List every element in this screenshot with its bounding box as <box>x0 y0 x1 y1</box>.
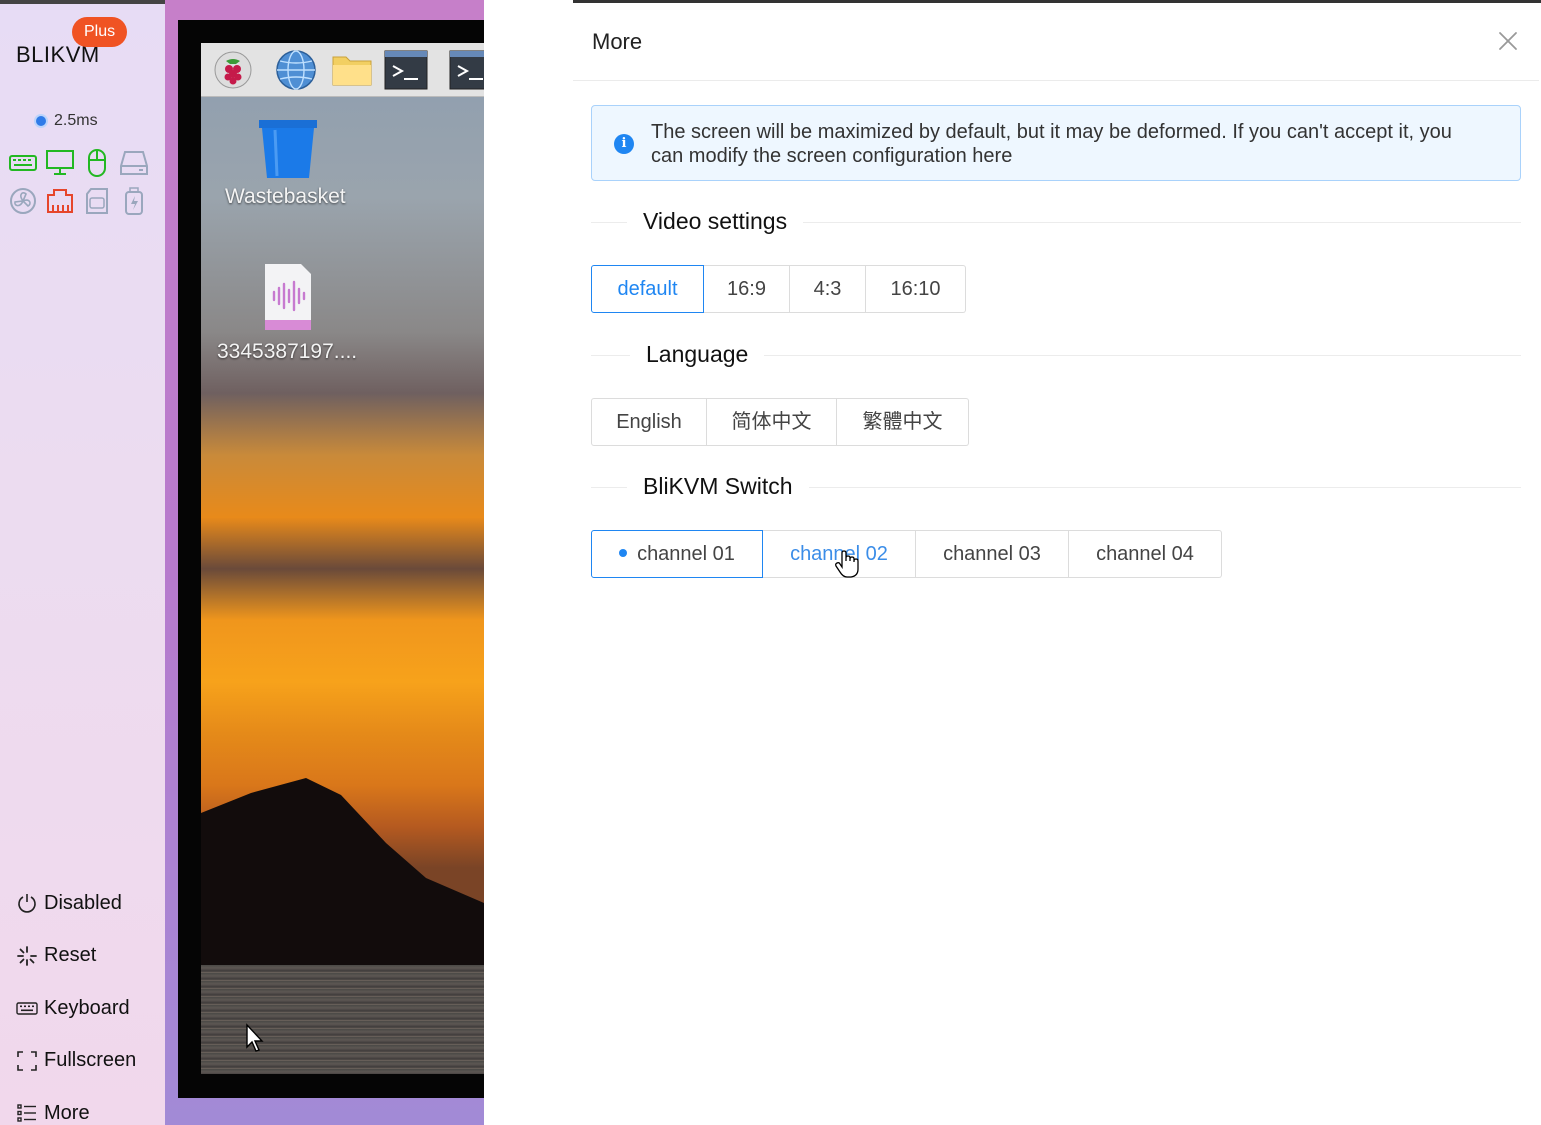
close-icon[interactable] <box>1496 29 1520 53</box>
keyboard-label: Keyboard <box>44 996 130 1019</box>
lang-simplified-chinese-option[interactable]: 简体中文 <box>707 398 837 446</box>
usb-power-icon[interactable] <box>119 186 149 216</box>
status-icons <box>8 148 158 216</box>
fullscreen-label: Fullscreen <box>44 1049 137 1072</box>
more-button[interactable]: More <box>16 1087 136 1125</box>
reset-button[interactable]: Reset <box>16 930 136 983</box>
terminal-icon[interactable] <box>384 49 428 91</box>
info-alert: i The screen will be maximized by defaul… <box>591 105 1521 181</box>
mountain-silhouette <box>201 778 484 973</box>
drive-icon[interactable] <box>119 148 149 178</box>
disabled-label: Disabled <box>44 891 122 914</box>
switch-channel-group: channel 01 channel 02 channel 03 channel… <box>591 530 1222 578</box>
more-dialog: More i The screen will be maximized by d… <box>573 0 1541 1125</box>
ethernet-icon[interactable] <box>45 186 75 216</box>
lang-traditional-chinese-option[interactable]: 繁體中文 <box>837 398 969 446</box>
dialog-header: More <box>573 3 1539 81</box>
channel-04-option[interactable]: channel 04 <box>1069 530 1222 578</box>
ratio-16-9-option[interactable]: 16:9 <box>704 265 790 313</box>
wastebasket-icon[interactable] <box>255 116 321 180</box>
monitor-icon[interactable] <box>45 148 75 178</box>
ratio-4-3-option[interactable]: 4:3 <box>790 265 866 313</box>
audio-file-label: 3345387197.... <box>217 340 358 363</box>
terminal-icon[interactable] <box>449 49 484 91</box>
channel-02-option[interactable]: channel 02 <box>763 530 916 578</box>
latency-indicator: 2.5ms <box>36 112 98 130</box>
language-title: Language <box>630 341 765 368</box>
disabled-button[interactable]: Disabled <box>16 877 136 930</box>
keyboard-button[interactable]: Keyboard <box>16 982 136 1035</box>
video-settings-title: Video settings <box>627 208 804 235</box>
channel-01-option[interactable]: channel 01 <box>591 530 763 578</box>
info-text: The screen will be maximized by default,… <box>651 121 1452 167</box>
fullscreen-icon <box>16 1050 38 1072</box>
latency-value: 2.5ms <box>54 112 98 129</box>
fan-icon[interactable] <box>8 186 38 216</box>
info-icon: i <box>614 134 634 154</box>
globe-icon[interactable] <box>274 49 318 91</box>
reset-label: Reset <box>44 944 97 967</box>
mouse-icon[interactable] <box>82 148 112 178</box>
more-label: More <box>44 1101 90 1124</box>
channel-01-label: channel 01 <box>637 543 735 565</box>
sidebar: BLIKVM Plus 2.5ms Disabled Reset Keyboar… <box>0 0 165 1125</box>
selected-dot <box>619 548 628 557</box>
wastebasket-label: Wastebasket <box>225 185 346 208</box>
dialog-title: More <box>592 29 643 54</box>
keyboard-icon[interactable] <box>8 148 38 178</box>
list-icon <box>16 1102 38 1124</box>
switch-title: BliKVM Switch <box>627 473 809 500</box>
ratio-16-10-option[interactable]: 16:10 <box>866 265 966 313</box>
mouse-pointer-icon <box>245 1023 265 1053</box>
taskbar <box>201 43 484 97</box>
plus-badge: Plus <box>72 17 128 47</box>
latency-dot <box>36 116 46 126</box>
remote-desktop[interactable]: Wastebasket 3345387197.... <box>201 43 484 1074</box>
channel-03-option[interactable]: channel 03 <box>916 530 1069 578</box>
sd-card-icon[interactable] <box>82 186 112 216</box>
keyboard-icon <box>16 997 38 1019</box>
language-group: English 简体中文 繁體中文 <box>591 398 969 446</box>
audio-file-icon[interactable] <box>263 262 313 332</box>
lang-english-option[interactable]: English <box>591 398 707 446</box>
power-icon <box>16 892 38 914</box>
reset-icon <box>16 945 38 967</box>
fullscreen-button[interactable]: Fullscreen <box>16 1035 136 1088</box>
sea-reflection <box>201 965 484 1074</box>
raspberry-icon[interactable] <box>211 49 255 91</box>
side-menu: Disabled Reset Keyboard Fullscreen More <box>16 877 136 1125</box>
video-ratio-group: default 16:9 4:3 16:10 <box>591 265 966 313</box>
folder-icon[interactable] <box>330 49 374 91</box>
ratio-default-option[interactable]: default <box>591 265 704 313</box>
